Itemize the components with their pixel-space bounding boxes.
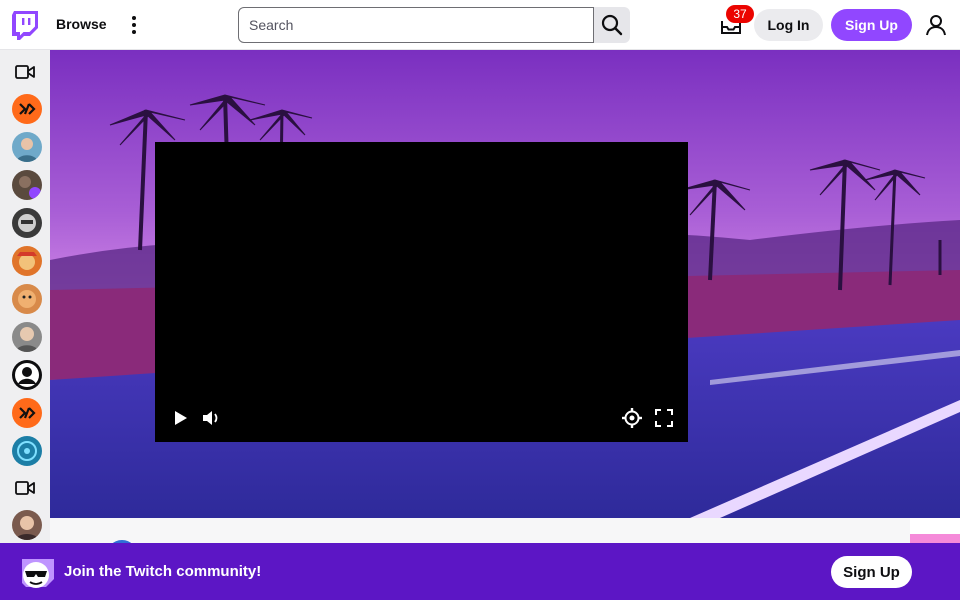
banner-signup-button[interactable]: Sign Up <box>831 556 912 588</box>
channel-avatar[interactable] <box>12 398 42 428</box>
search-bar <box>238 7 630 43</box>
notification-badge: 37 <box>726 5 754 23</box>
cartoon-avatar-icon <box>17 252 37 270</box>
play-icon[interactable] <box>169 407 191 429</box>
login-button[interactable]: Log In <box>754 9 823 41</box>
channel-avatar[interactable] <box>12 360 42 390</box>
channel-logo-icon <box>19 103 36 115</box>
cartoon-avatar-icon <box>18 290 36 308</box>
channel-avatar[interactable] <box>12 94 42 124</box>
video-player[interactable] <box>155 142 688 442</box>
person-avatar-icon <box>15 327 39 352</box>
browse-link[interactable]: Browse <box>56 16 107 32</box>
fullscreen-icon[interactable] <box>653 407 675 429</box>
channel-avatar[interactable] <box>12 208 42 238</box>
search-input[interactable] <box>238 7 594 43</box>
default-avatar-icon <box>15 363 39 387</box>
volume-icon[interactable] <box>200 407 222 429</box>
signup-button[interactable]: Sign Up <box>831 9 912 41</box>
settings-gear-icon[interactable] <box>621 407 643 429</box>
person-avatar-icon <box>16 138 38 162</box>
channel-avatar[interactable] <box>12 284 42 314</box>
twitch-logo-icon[interactable] <box>12 11 38 40</box>
more-options-icon[interactable] <box>124 14 144 36</box>
user-icon[interactable] <box>924 13 948 37</box>
search-icon <box>601 14 623 36</box>
channel-avatar[interactable] <box>12 170 42 200</box>
video-camera-icon[interactable] <box>15 62 35 82</box>
mask-avatar-icon <box>18 214 36 232</box>
channel-avatar[interactable] <box>12 246 42 276</box>
banner-message: Join the Twitch community! <box>64 563 262 580</box>
channel-avatar[interactable] <box>12 132 42 162</box>
glitch-mascot-icon <box>22 559 54 588</box>
person-avatar-icon <box>19 176 41 199</box>
channel-avatar[interactable] <box>12 510 42 540</box>
video-camera-icon[interactable] <box>15 478 35 498</box>
search-button[interactable] <box>594 7 630 43</box>
channel-avatar[interactable] <box>12 436 42 466</box>
side-nav <box>0 50 50 600</box>
channel-logo-icon <box>19 407 36 419</box>
channel-logo-icon <box>17 441 37 461</box>
channel-avatar[interactable] <box>12 322 42 352</box>
person-avatar-icon <box>15 516 39 540</box>
top-nav: Browse 37 Log In Sign Up <box>0 0 960 50</box>
